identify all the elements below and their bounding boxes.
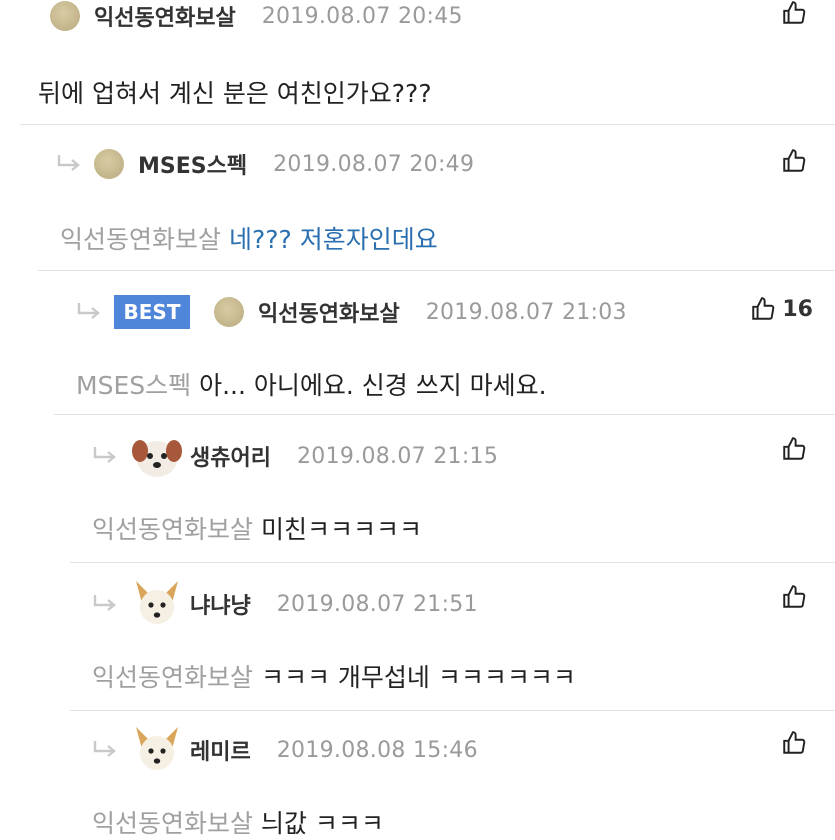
comment-body: MSES스펙 아... 아니에요. 신경 쓰지 마세요. <box>76 366 547 402</box>
reply-arrow-icon <box>57 155 80 171</box>
mention-name[interactable]: MSES스펙 <box>76 371 199 400</box>
comment-text: 네??? 저혼자인데요 <box>228 225 438 254</box>
author-name[interactable]: 익선동연화보살 <box>94 0 236 32</box>
reply-arrow-icon <box>77 303 100 319</box>
mention-name[interactable]: 익선동연화보살 <box>92 515 261 544</box>
thumbs-up-icon <box>783 1 806 24</box>
comment-time: 2019.08.07 21:15 <box>296 443 499 469</box>
thumbs-up-icon <box>783 731 806 754</box>
thumbs-up-icon <box>783 437 806 460</box>
reply-arrow-icon <box>93 447 116 463</box>
author-name[interactable]: 레미르 <box>190 734 251 766</box>
like-count: 16 <box>782 296 813 322</box>
comment-header: 생츄어리 2019.08.07 21:15 <box>90 429 499 483</box>
comment-time: 2019.08.08 15:46 <box>276 737 478 763</box>
mention-name[interactable]: 익선동연화보살 <box>92 663 261 692</box>
divider <box>70 562 835 563</box>
comment-header: 냐냐냥 2019.08.07 21:51 <box>90 577 478 631</box>
divider <box>70 710 835 711</box>
author-name[interactable]: 생츄어리 <box>190 440 271 472</box>
like-button[interactable]: 16 <box>750 296 813 322</box>
author-name[interactable]: 익선동연화보살 <box>258 296 400 328</box>
avatar[interactable] <box>94 149 124 179</box>
dog-face-avatar[interactable] <box>130 577 184 631</box>
comment-time: 2019.08.07 21:03 <box>425 299 627 325</box>
comment-header: BEST 익선동연화보살 2019.08.07 21:03 <box>74 292 627 332</box>
author-name[interactable]: MSES스펙 <box>138 148 247 180</box>
like-button[interactable] <box>781 436 813 462</box>
comment-text: 미친ㅋㅋㅋㅋㅋ <box>260 515 422 544</box>
reply-arrow-icon <box>93 595 116 611</box>
dog-face-avatar[interactable] <box>130 723 184 777</box>
comment-text: ㅋㅋㅋ 개무섭네 ㅋㅋㅋㅋㅋㅋ <box>260 663 576 692</box>
comment-body: 익선동연화보살 네??? 저혼자인데요 <box>60 220 438 256</box>
thumbs-up-icon <box>752 297 775 320</box>
like-button[interactable] <box>781 584 813 610</box>
divider <box>54 414 835 415</box>
comment-header: 레미르 2019.08.08 15:46 <box>90 723 478 777</box>
reply-arrow-icon <box>93 741 116 757</box>
like-button[interactable] <box>781 148 813 174</box>
avatar[interactable] <box>50 1 80 31</box>
comment-thread: 익선동연화보살 2019.08.07 20:45 뒤에 업혀서 계신 분은 여친… <box>0 0 835 838</box>
comment-body: 뒤에 업혀서 계신 분은 여친인가요??? <box>38 74 432 110</box>
like-button[interactable] <box>781 730 813 756</box>
author-name[interactable]: 냐냐냥 <box>190 588 251 620</box>
mention-name[interactable]: 익선동연화보살 <box>60 225 229 254</box>
divider <box>20 124 835 125</box>
thumbs-up-icon <box>783 149 806 172</box>
comment-body: 익선동연화보살 미친ㅋㅋㅋㅋㅋ <box>92 510 422 546</box>
divider <box>38 270 835 271</box>
comment-text: 아... 아니에요. 신경 쓰지 마세요. <box>199 371 547 400</box>
comment-body: 익선동연화보살 ㅋㅋㅋ 개무섭네 ㅋㅋㅋㅋㅋㅋ <box>92 658 576 694</box>
comment-time: 2019.08.07 21:51 <box>276 591 478 617</box>
avatar[interactable] <box>214 297 244 327</box>
comment-header: 익선동연화보살 2019.08.07 20:45 <box>50 0 463 36</box>
thumbs-up-icon <box>783 585 806 608</box>
like-button[interactable] <box>781 0 813 26</box>
comment-text: 뒤에 업혀서 계신 분은 여친인가요??? <box>38 79 432 108</box>
comment-text: 늬값 ㅋㅋㅋ <box>260 809 384 838</box>
dog-face-avatar[interactable] <box>130 429 184 483</box>
comment-time: 2019.08.07 20:49 <box>273 151 475 177</box>
comment-time: 2019.08.07 20:45 <box>261 3 463 29</box>
best-badge: BEST <box>114 295 190 329</box>
comment-header: MSES스펙 2019.08.07 20:49 <box>54 144 474 184</box>
mention-name[interactable]: 익선동연화보살 <box>92 809 261 838</box>
